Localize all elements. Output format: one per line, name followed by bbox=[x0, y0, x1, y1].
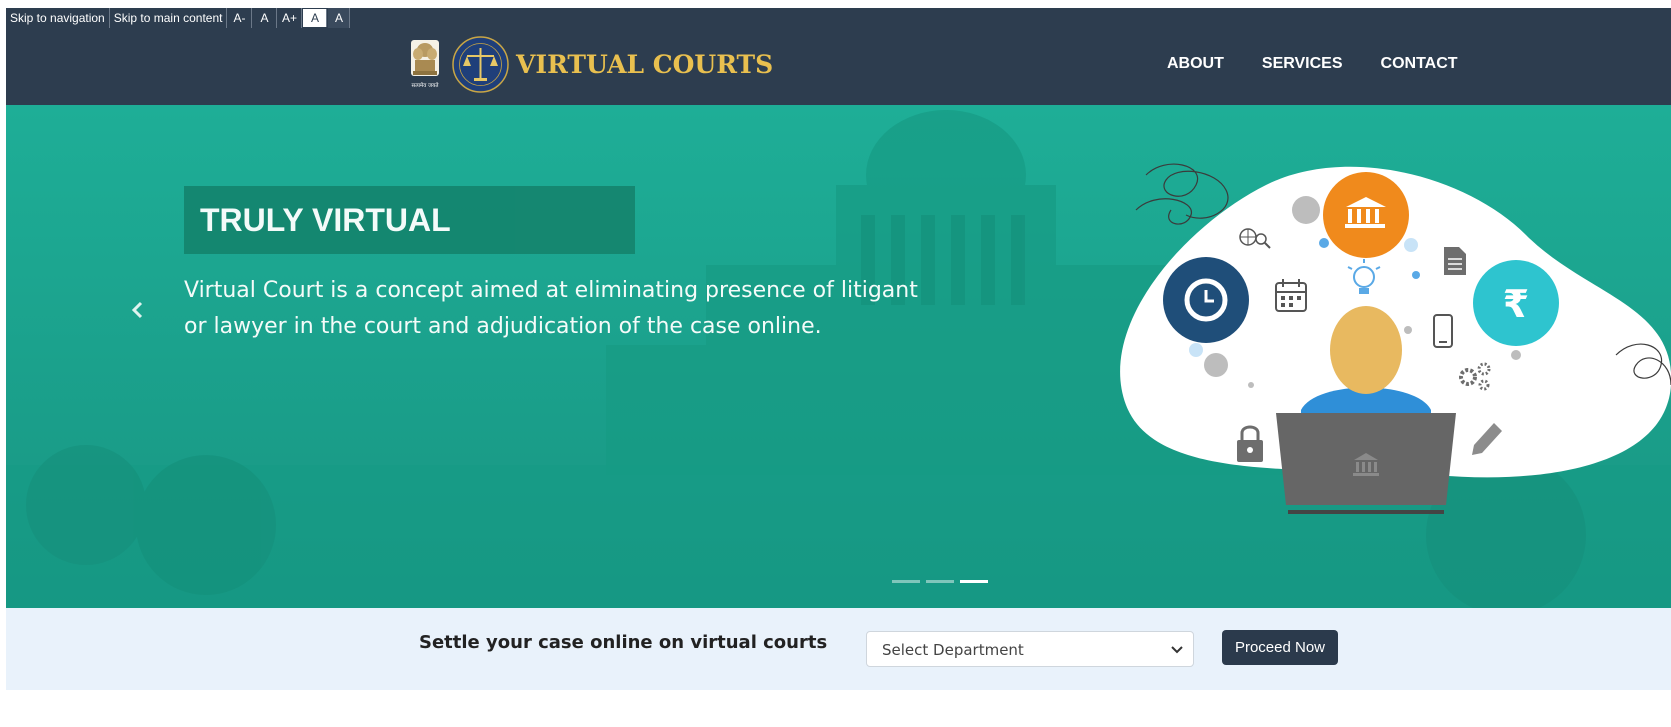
rupee-icon: ₹ bbox=[1473, 260, 1559, 346]
skip-to-navigation-link[interactable]: Skip to navigation bbox=[6, 8, 110, 28]
department-select[interactable]: Select Department bbox=[866, 631, 1194, 667]
accessibility-toolbar: Skip to navigation Skip to main content … bbox=[6, 8, 1671, 28]
font-increase-button[interactable]: A+ bbox=[277, 8, 303, 28]
settle-case-bar: Settle your case online on virtual court… bbox=[6, 608, 1671, 690]
main-navigation: ABOUT SERVICES CONTACT bbox=[1167, 55, 1496, 73]
bank-icon bbox=[1323, 172, 1409, 258]
font-normal-button[interactable]: A bbox=[252, 8, 278, 28]
svg-text:₹: ₹ bbox=[1503, 282, 1529, 326]
chevron-down-icon bbox=[1171, 646, 1183, 654]
hero-description: Virtual Court is a concept aimed at elim… bbox=[184, 278, 918, 339]
department-select-value: Select Department bbox=[882, 641, 1024, 659]
hero-slider: TRULY VIRTUAL Virtual Court is a concept… bbox=[6, 105, 1671, 608]
site-brand-title[interactable]: VIRTUAL COURTS bbox=[516, 50, 773, 79]
nav-contact[interactable]: CONTACT bbox=[1381, 55, 1458, 73]
emblem-caption: सत्यमेव जयते bbox=[411, 82, 439, 89]
proceed-now-button[interactable]: Proceed Now bbox=[1222, 630, 1338, 665]
chevron-left-icon[interactable] bbox=[126, 295, 148, 325]
skip-to-main-content-link[interactable]: Skip to main content bbox=[110, 8, 228, 28]
hero-headline: TRULY VIRTUAL bbox=[200, 202, 451, 238]
document-icon bbox=[1444, 247, 1466, 275]
font-decrease-button[interactable]: A- bbox=[227, 8, 253, 28]
settle-case-text: Settle your case online on virtual court… bbox=[419, 632, 828, 653]
dark-theme-button[interactable]: A bbox=[328, 8, 351, 28]
nav-about[interactable]: ABOUT bbox=[1167, 55, 1224, 73]
slide-indicator[interactable] bbox=[926, 580, 954, 583]
slide-indicator[interactable] bbox=[892, 580, 920, 583]
nav-services[interactable]: SERVICES bbox=[1262, 55, 1343, 73]
national-emblem-icon: सत्यमेव जयते bbox=[411, 40, 439, 89]
slide-indicators bbox=[892, 580, 988, 583]
laptop-icon bbox=[1276, 413, 1456, 514]
headline-box: TRULY VIRTUAL bbox=[184, 186, 635, 254]
site-header: सत्यमेव जयते VIRTUAL COURTS ABOUT SERVIC… bbox=[6, 28, 1671, 105]
virtual-court-illustration: ₹ bbox=[1120, 163, 1671, 514]
page: Skip to navigation Skip to main content … bbox=[6, 8, 1671, 727]
clock-icon bbox=[1163, 257, 1249, 343]
court-seal-icon[interactable] bbox=[452, 36, 509, 93]
slide-indicator-active[interactable] bbox=[960, 580, 988, 583]
light-theme-button[interactable]: A bbox=[303, 9, 328, 27]
